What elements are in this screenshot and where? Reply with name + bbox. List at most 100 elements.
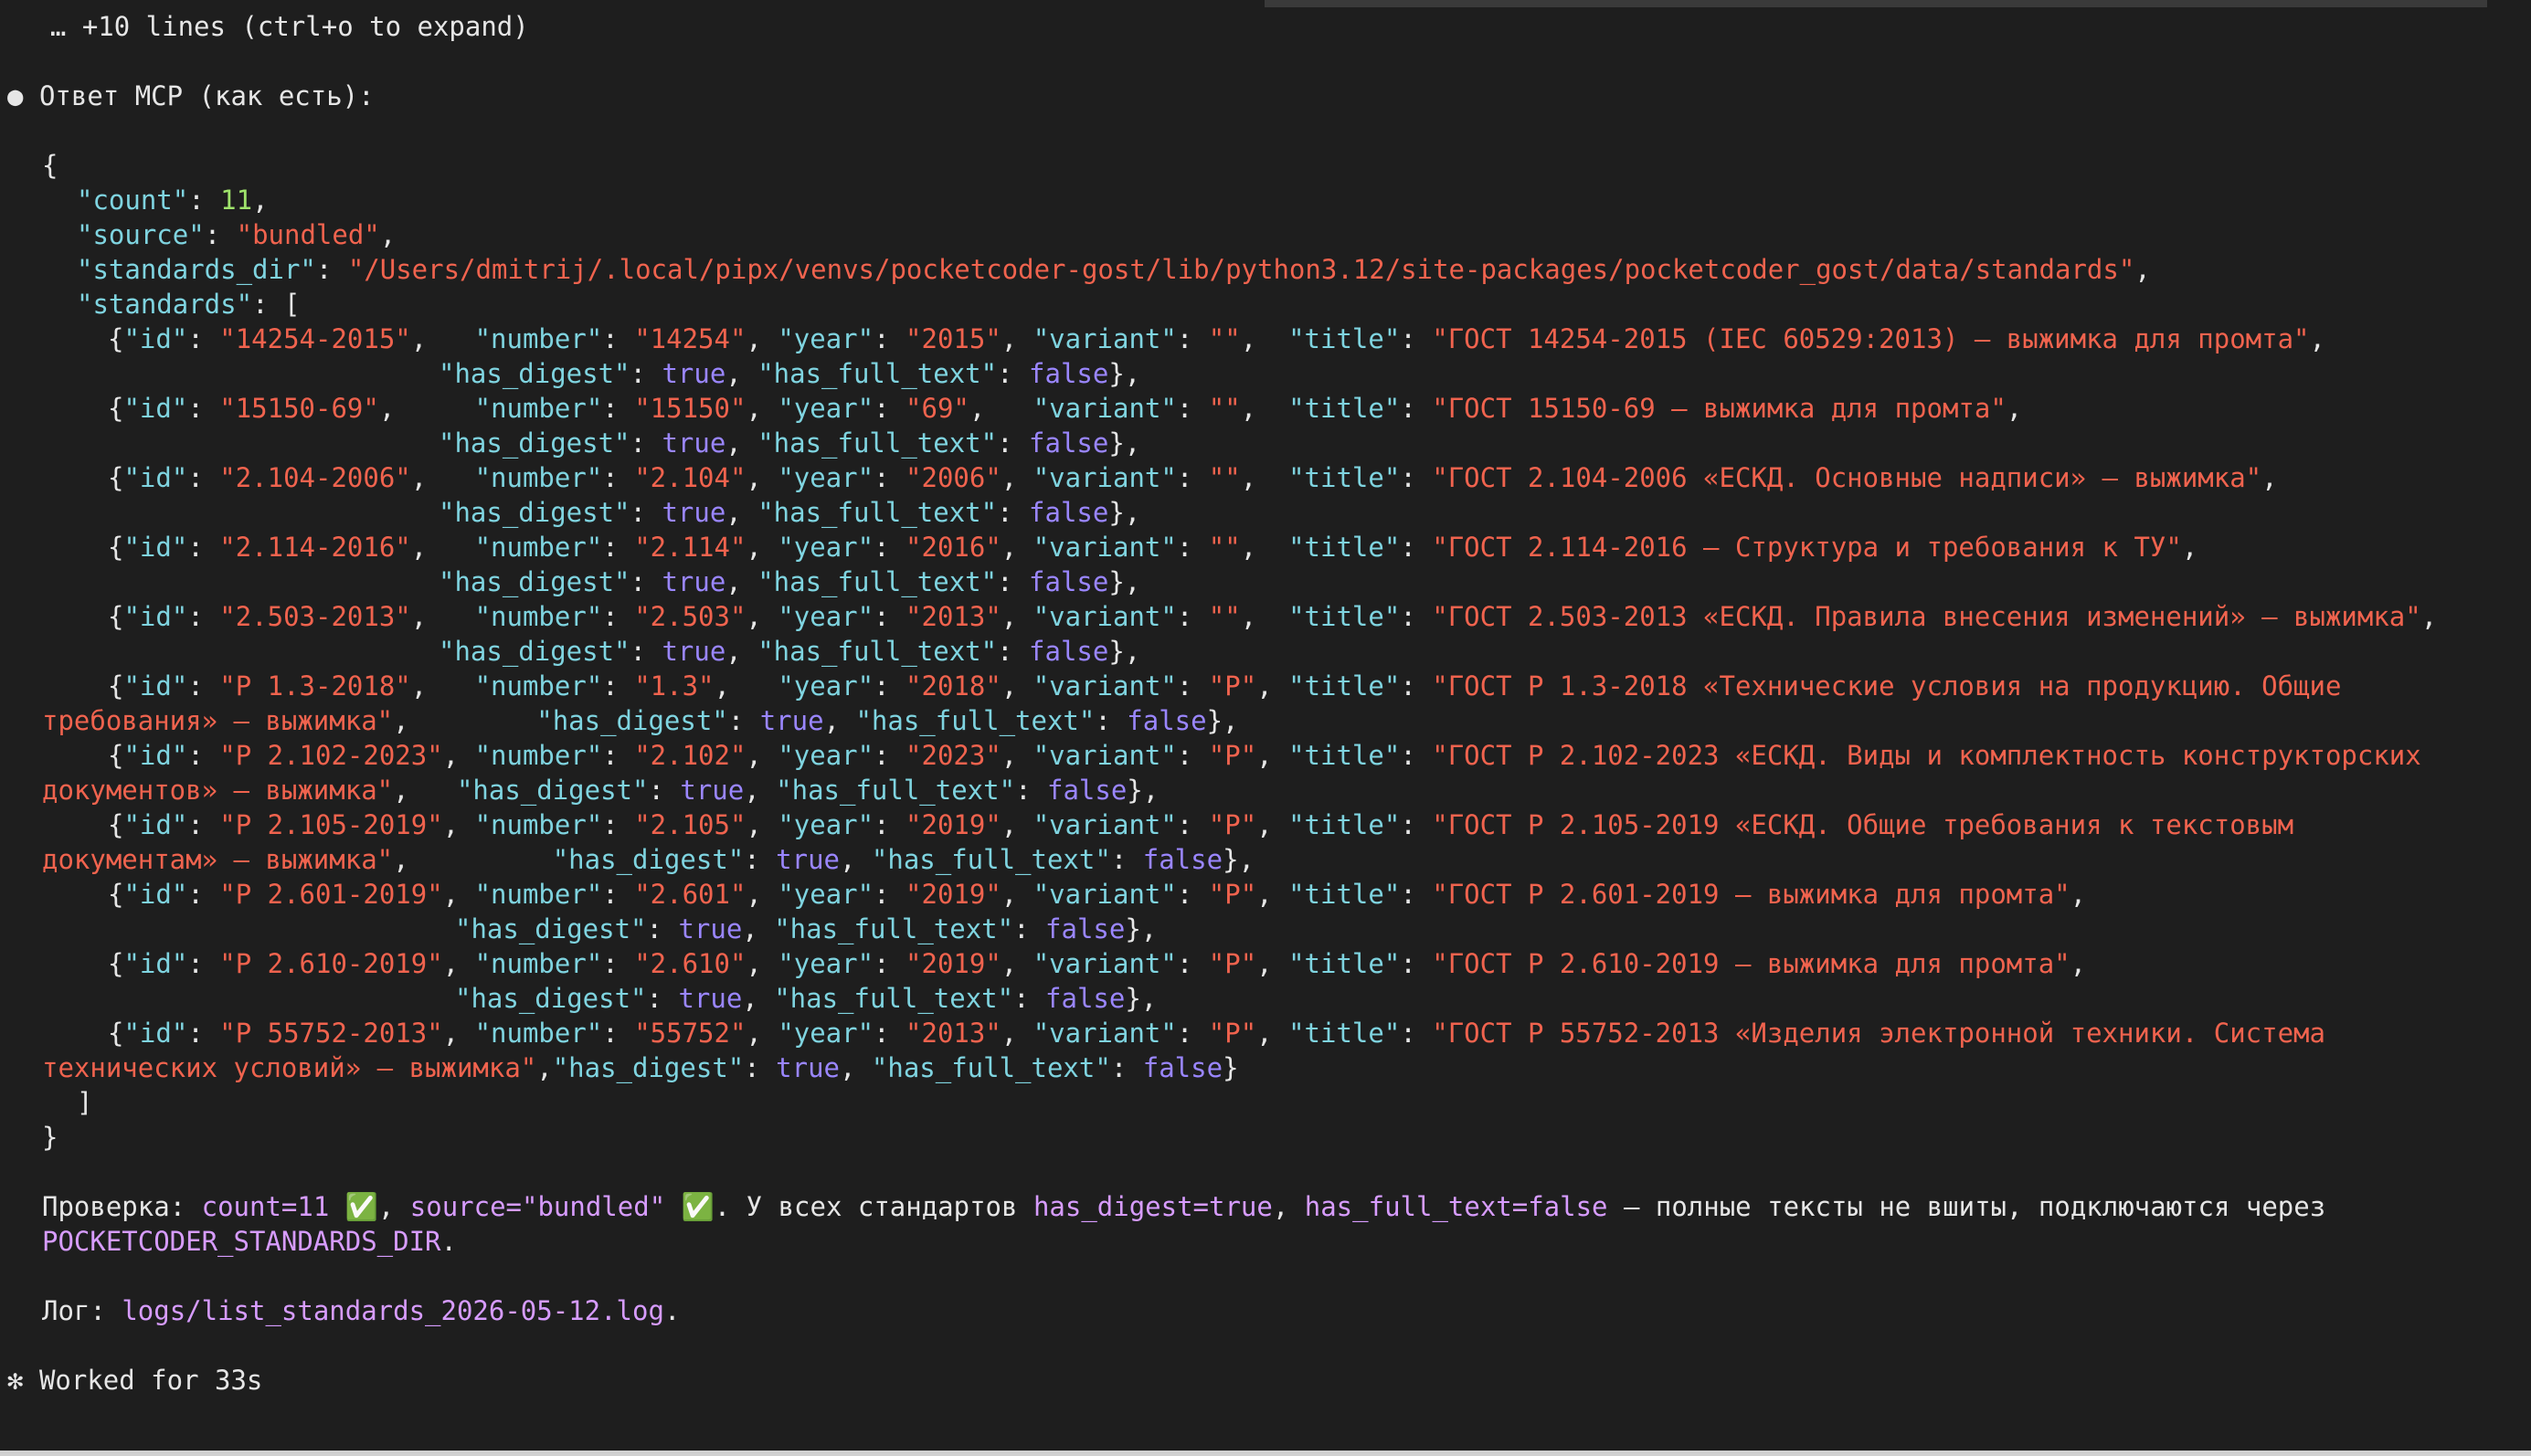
standard-row-flags: "has_digest": true, "has_full_text": fal… <box>439 566 1141 597</box>
variant-value: "Р" <box>1208 1018 1257 1049</box>
digest-key: "has_digest" <box>439 566 630 597</box>
year-value: "2019" <box>905 948 1001 979</box>
title-value: "ГОСТ 14254-2015 (IEC 60529:2013) — выжи… <box>1432 323 2310 354</box>
number-value: "2.601" <box>634 879 747 910</box>
number-value: "2.105" <box>634 809 747 840</box>
title-value: "ГОСТ 2.503-2013 «ЕСКД. Правила внесения… <box>1432 601 2421 632</box>
full-text-key: "has_full_text" <box>757 427 998 459</box>
year-value: "2015" <box>905 323 1001 354</box>
id-value: "Р 2.102-2023" <box>219 740 443 771</box>
check-text-2: — полные тексты не вшиты, подключаются ч… <box>1623 1191 2326 1222</box>
year-key: "year" <box>778 879 874 910</box>
standard-row: {"id": "Р 2.610-2019", "number": "2.610"… <box>108 948 2087 979</box>
id-value: "Р 2.601-2019" <box>219 879 443 910</box>
check-env-var: POCKETCODER_STANDARDS_DIR <box>42 1226 441 1257</box>
year-value: "2006" <box>905 462 1001 493</box>
year-key: "year" <box>778 948 874 979</box>
number-key: "number" <box>474 1018 603 1049</box>
full-text-value: false <box>1142 1052 1223 1083</box>
title-value-cont: документов» — выжимка" <box>42 775 394 806</box>
terminal-window[interactable]: … +10 lines (ctrl+o to expand) ● Ответ M… <box>0 0 2531 1456</box>
year-key: "year" <box>778 532 874 563</box>
bullet-icon: ● <box>7 80 24 111</box>
number-key: "number" <box>474 323 603 354</box>
variant-key: "variant" <box>1033 1018 1177 1049</box>
digest-value: true <box>678 913 743 944</box>
id-key: "id" <box>123 532 188 563</box>
digest-value: true <box>759 705 824 736</box>
worked-status: ✻ Worked for 33s <box>7 1363 262 1398</box>
variant-key: "variant" <box>1033 323 1177 354</box>
collapsed-lines-hint[interactable]: … +10 lines (ctrl+o to expand) <box>18 9 529 44</box>
variant-value: "" <box>1208 601 1241 632</box>
standard-row: {"id": "Р 55752-2013", "number": "55752"… <box>108 1018 2325 1049</box>
number-value: "2.610" <box>634 948 747 979</box>
id-key: "id" <box>123 601 188 632</box>
full-text-key: "has_full_text" <box>855 705 1096 736</box>
variant-key: "variant" <box>1033 601 1177 632</box>
year-key: "year" <box>778 601 874 632</box>
digest-value: true <box>662 497 726 528</box>
id-value: "Р 2.105-2019" <box>219 809 443 840</box>
check-line-wrap: POCKETCODER_STANDARDS_DIR. <box>42 1226 457 1257</box>
asterisk-icon: ✻ <box>7 1365 24 1396</box>
count-value: 11 <box>220 185 253 216</box>
variant-value: "Р" <box>1208 670 1257 702</box>
standard-row: {"id": "Р 1.3-2018", "number": "1.3", "y… <box>108 670 2342 702</box>
number-value: "2.503" <box>634 601 747 632</box>
json-dir-line: "standards_dir": "/Users/dmitrij/.local/… <box>77 254 2151 285</box>
standard-row-flags: "has_digest": true, "has_full_text": fal… <box>439 497 1141 528</box>
number-key: "number" <box>474 532 603 563</box>
full-text-key: "has_full_text" <box>774 983 1014 1014</box>
number-value: "2.104" <box>634 462 747 493</box>
variant-key: "variant" <box>1033 670 1177 702</box>
number-key: "number" <box>474 879 603 910</box>
title-value: "ГОСТ 2.114-2016 — Структура и требовани… <box>1432 532 2182 563</box>
title-key: "title" <box>1288 393 1401 424</box>
year-key: "year" <box>778 393 874 424</box>
variant-key: "variant" <box>1033 532 1177 563</box>
title-key: "title" <box>1288 532 1401 563</box>
check-label: Проверка: <box>42 1191 186 1222</box>
full-text-value: false <box>1029 497 1109 528</box>
digest-key: "has_digest" <box>439 497 630 528</box>
standard-row: {"id": "2.104-2006", "number": "2.104", … <box>108 462 2278 493</box>
number-key: "number" <box>474 740 603 771</box>
title-value: "ГОСТ 2.104-2006 «ЕСКД. Основные надписи… <box>1432 462 2262 493</box>
digest-key: "has_digest" <box>455 983 647 1014</box>
standard-row: {"id": "2.503-2013", "number": "2.503", … <box>108 601 2438 632</box>
id-value: "14254-2015" <box>219 323 411 354</box>
title-key: "title" <box>1288 740 1401 771</box>
year-value: "2019" <box>905 879 1001 910</box>
number-key: "number" <box>474 393 603 424</box>
count-key: "count" <box>77 185 189 216</box>
scrollbar-thumb[interactable] <box>1265 0 2487 7</box>
year-value: "2013" <box>905 1018 1001 1049</box>
year-key: "year" <box>778 323 874 354</box>
standard-row: {"id": "Р 2.601-2019", "number": "2.601"… <box>108 879 2087 910</box>
log-label: Лог: <box>42 1295 106 1326</box>
title-key: "title" <box>1288 323 1401 354</box>
standard-row-wrap: документов» — выжимка", "has_digest": tr… <box>42 775 1160 806</box>
standard-row-wrap: документам» — выжимка", "has_digest": tr… <box>42 844 1255 875</box>
variant-value: "" <box>1208 323 1241 354</box>
year-key: "year" <box>778 1018 874 1049</box>
id-value: "2.114-2016" <box>219 532 411 563</box>
bracket-close: ] <box>77 1087 93 1118</box>
full-text-value: false <box>1029 427 1109 459</box>
variant-value: "Р" <box>1208 809 1257 840</box>
id-value: "2.503-2013" <box>219 601 411 632</box>
standard-row: {"id": "Р 2.105-2019", "number": "2.105"… <box>108 809 2294 840</box>
title-value: "ГОСТ Р 2.610-2019 — выжимка для промта" <box>1432 948 2070 979</box>
response-header: ● Ответ MCP (как есть): <box>7 79 375 113</box>
digest-value: true <box>662 427 726 459</box>
id-key: "id" <box>123 948 188 979</box>
title-value-cont: технических условий» — выжимка" <box>42 1052 537 1083</box>
title-key: "title" <box>1288 1018 1401 1049</box>
full-text-key: "has_full_text" <box>757 636 998 667</box>
id-value: "Р 55752-2013" <box>219 1018 443 1049</box>
year-value: "2013" <box>905 601 1001 632</box>
title-key: "title" <box>1288 670 1401 702</box>
log-path-link[interactable]: logs/list_standards_2026-05-12.log <box>122 1295 664 1326</box>
full-text-value: false <box>1029 636 1109 667</box>
